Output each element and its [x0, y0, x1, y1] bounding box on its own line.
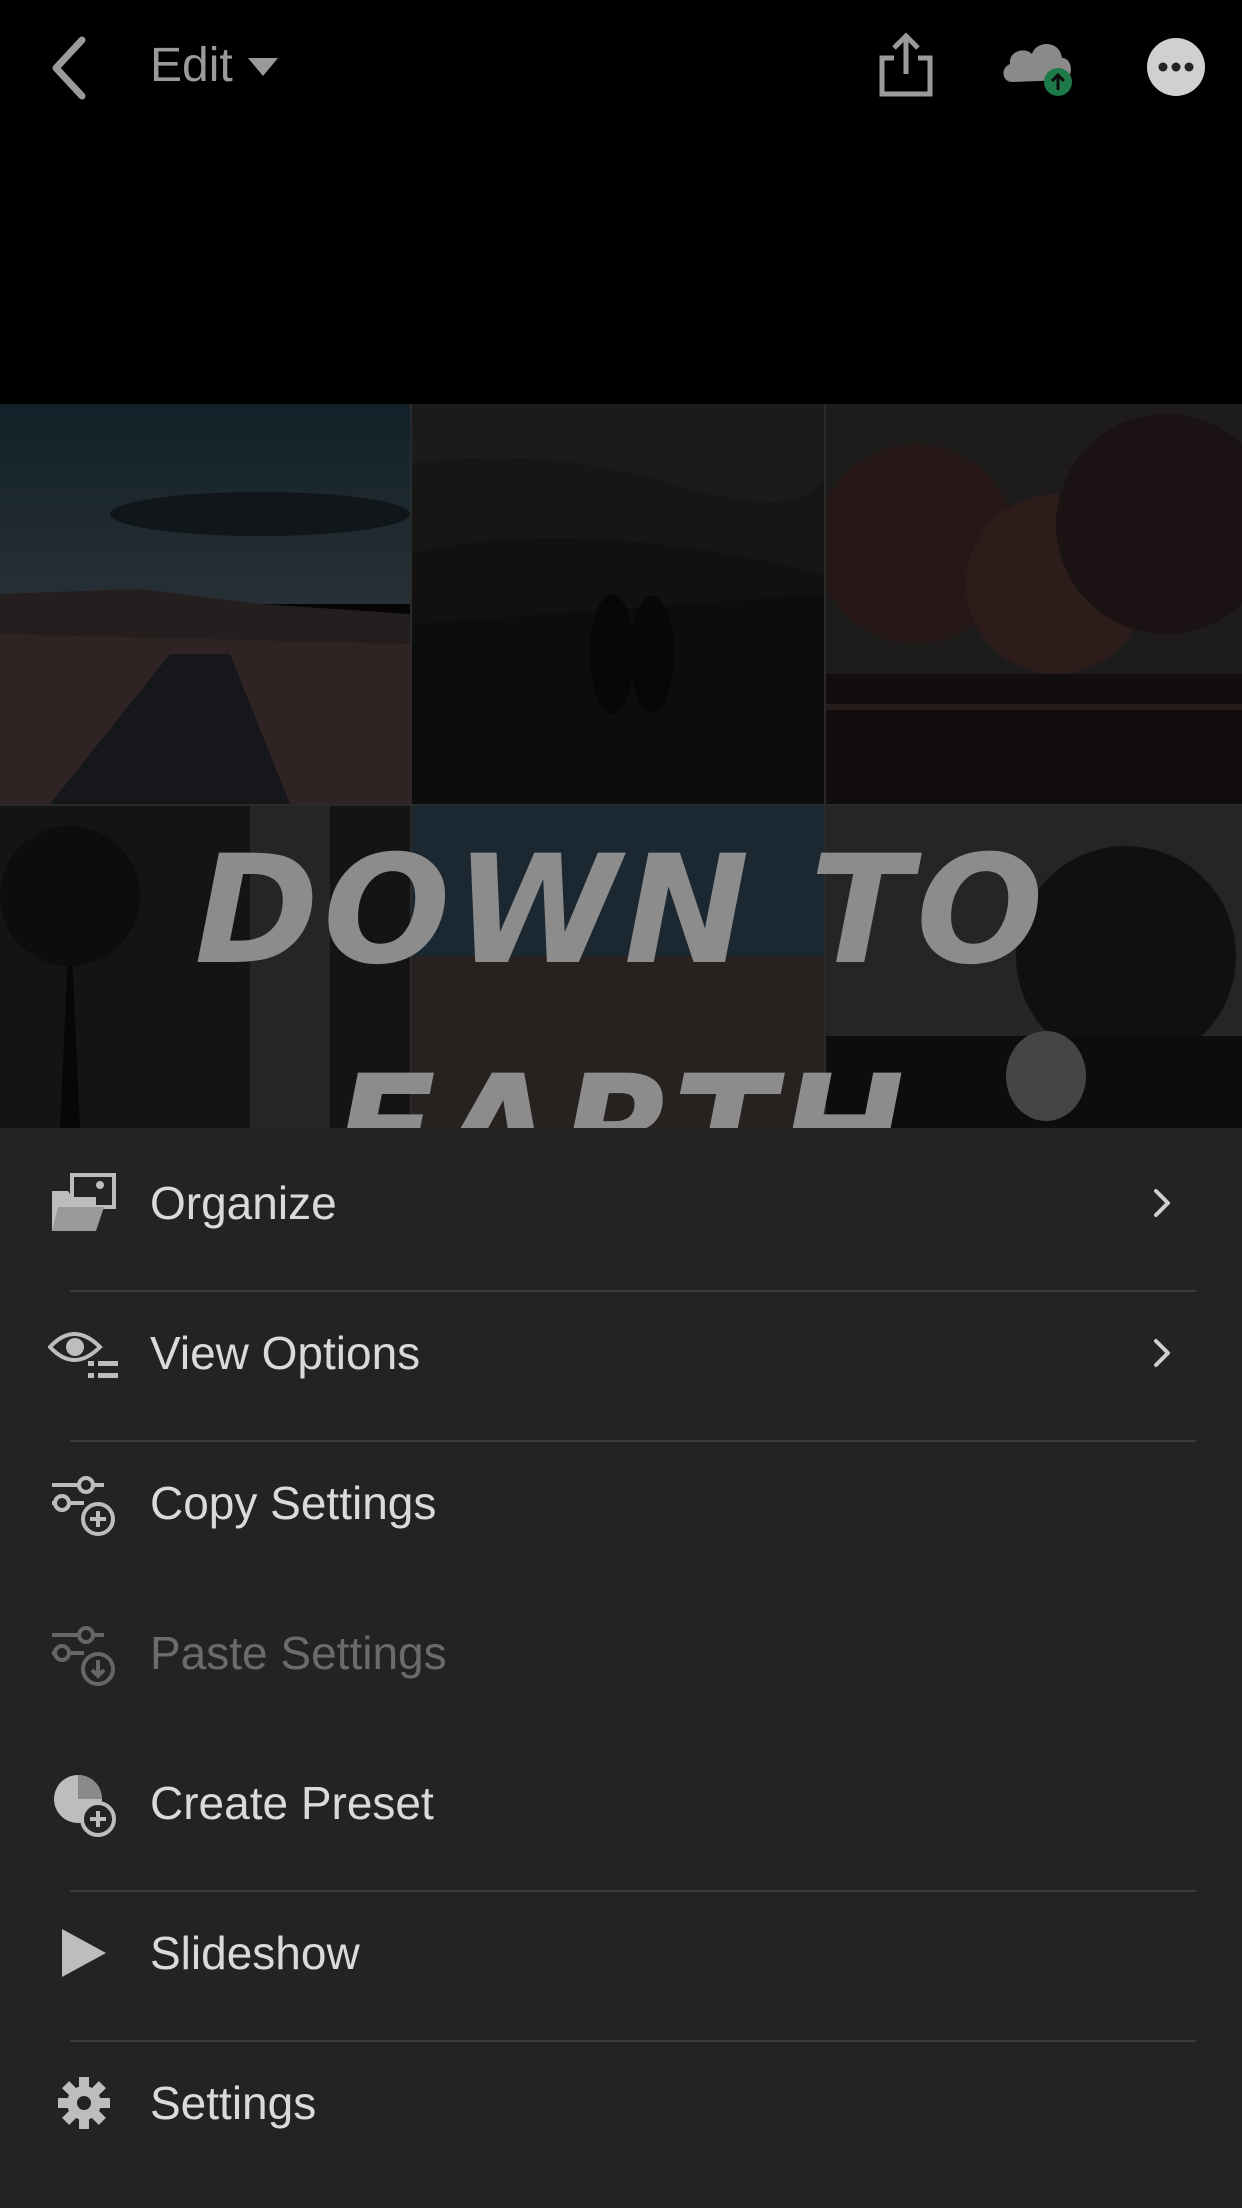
overflow-menu-sheet: Organize View Options Copy Settings Past…: [0, 1128, 1242, 2208]
menu-item-slideshow[interactable]: Slideshow: [0, 1878, 1242, 2028]
menu-item-label: Settings: [150, 2077, 317, 2129]
back-icon[interactable]: [42, 28, 98, 108]
menu-item-label: Slideshow: [150, 1927, 360, 1979]
photo-tile[interactable]: [826, 404, 1242, 804]
graphic-title-line1: DOWN TO: [194, 824, 1048, 998]
more-icon[interactable]: [1145, 36, 1207, 98]
create-preset-icon: [54, 1775, 116, 1837]
menu-item-create-preset[interactable]: Create Preset: [0, 1728, 1242, 1878]
menu-item-paste-settings: Paste Settings: [0, 1578, 1242, 1728]
menu-item-label: Organize: [150, 1177, 337, 1229]
menu-item-settings[interactable]: Settings: [0, 2028, 1242, 2178]
menu-item-label: Copy Settings: [150, 1477, 437, 1529]
photo-tile[interactable]: [412, 404, 824, 804]
edit-title[interactable]: Edit: [150, 38, 233, 93]
gear-icon: [58, 2077, 110, 2129]
menu-item-label: Paste Settings: [150, 1627, 447, 1679]
chevron-right-icon: [1154, 1339, 1170, 1367]
photo-grid: DOWN TO EARTH: [0, 404, 1242, 1128]
share-icon[interactable]: [872, 30, 940, 100]
graphic-title-line2: EARTH: [0, 1044, 1242, 1128]
menu-item-label: View Options: [150, 1327, 421, 1379]
cloud-sync-icon[interactable]: [998, 36, 1082, 98]
view-options-icon: [48, 1332, 118, 1378]
grid-divider: [410, 404, 412, 1128]
grid-divider: [824, 404, 826, 1128]
grid-divider: [0, 804, 1242, 806]
chevron-right-icon: [1154, 1189, 1170, 1217]
organize-icon: [52, 1173, 116, 1231]
copy-settings-icon: [52, 1476, 115, 1536]
menu-item-copy-settings[interactable]: Copy Settings: [0, 1428, 1242, 1578]
top-bar: Edit: [0, 0, 1242, 135]
menu-item-organize[interactable]: Organize: [0, 1128, 1242, 1278]
caret-down-icon[interactable]: [246, 56, 280, 78]
photo-tile[interactable]: [0, 404, 410, 804]
menu-item-label: Create Preset: [150, 1777, 434, 1829]
menu-item-view-options[interactable]: View Options: [0, 1278, 1242, 1428]
paste-settings-icon: [52, 1626, 115, 1686]
play-icon: [62, 1929, 106, 1977]
